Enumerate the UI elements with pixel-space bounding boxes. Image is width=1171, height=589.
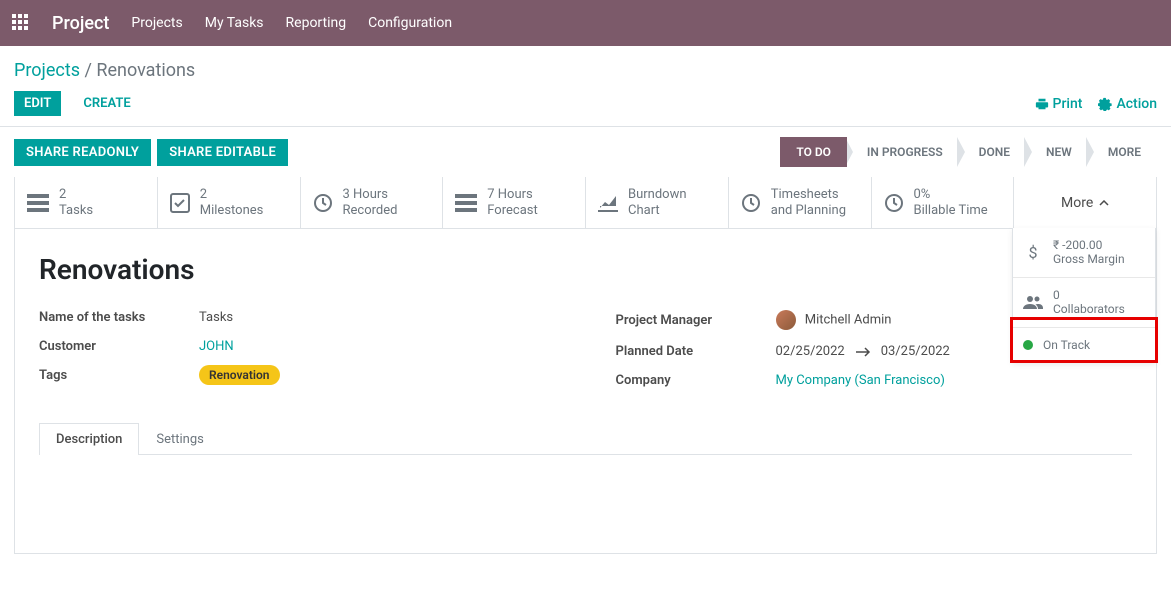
manager-name: Mitchell Admin [805, 313, 892, 328]
top-navbar: Project Projects My Tasks Reporting Conf… [0, 0, 1171, 46]
status-dot-icon [1023, 340, 1033, 350]
tab-content [39, 455, 1132, 545]
float-value: 0 [1053, 288, 1125, 302]
stage-todo[interactable]: TO DO [780, 137, 847, 167]
clock-icon [884, 193, 904, 213]
breadcrumb-parent[interactable]: Projects [14, 60, 80, 81]
tab-settings[interactable]: Settings [139, 423, 220, 455]
float-label: Collaborators [1053, 302, 1125, 316]
company-link[interactable]: My Company (San Francisco) [776, 373, 945, 388]
action-button[interactable]: Action [1098, 96, 1157, 112]
stat-label: Billable Time [914, 203, 988, 219]
clock-icon [313, 193, 333, 213]
action-label: Action [1116, 96, 1157, 112]
nav-my-tasks[interactable]: My Tasks [205, 15, 264, 31]
tasks-icon [455, 194, 477, 212]
field-name-of-tasks: Name of the tasks Tasks [39, 310, 556, 325]
gross-margin-item[interactable]: $ ₹ -200.00Gross Margin [1013, 228, 1155, 278]
breadcrumb-separator: / [84, 60, 96, 81]
stat-forecast[interactable]: 7 HoursForecast [443, 177, 586, 228]
print-button[interactable]: Print [1035, 96, 1083, 112]
avatar [776, 310, 796, 330]
left-column: Name of the tasks Tasks Customer JOHN Ta… [39, 310, 556, 402]
tab-description[interactable]: Description [39, 423, 139, 455]
stat-value: Timesheets [771, 187, 846, 203]
collaborators-item[interactable]: 0Collaborators [1013, 278, 1155, 328]
stat-value: 2 [59, 187, 93, 203]
stat-label: Forecast [487, 203, 537, 219]
tab-bar: Description Settings [39, 422, 1132, 455]
field-label: Project Manager [616, 313, 776, 328]
field-value: Mitchell Admin [776, 310, 892, 330]
stat-label: Recorded [343, 203, 398, 219]
field-tags: Tags Renovation [39, 368, 556, 383]
stage-new[interactable]: NEW [1030, 137, 1088, 167]
clock-icon [741, 193, 761, 213]
stat-label: Tasks [59, 203, 93, 219]
stat-recorded[interactable]: 3 HoursRecorded [301, 177, 444, 228]
field-label: Customer [39, 339, 199, 354]
stage-in-progress[interactable]: IN PROGRESS [851, 137, 959, 167]
date-start: 02/25/2022 [776, 344, 845, 359]
status-item[interactable]: On Track [1013, 328, 1155, 362]
stat-label: Chart [628, 203, 687, 219]
more-dropdown-panel: $ ₹ -200.00Gross Margin 0Collaborators O… [1012, 228, 1156, 363]
stat-label: and Planning [771, 203, 846, 219]
field-value: Tasks [199, 310, 233, 325]
stat-value: 7 Hours [487, 187, 537, 203]
stat-billable[interactable]: 0%Billable Time [872, 177, 1015, 228]
float-value: ₹ -200.00 [1053, 238, 1125, 252]
field-label: Planned Date [616, 344, 776, 359]
stage-done[interactable]: DONE [963, 137, 1026, 167]
date-range: 02/25/2022 03/25/2022 [776, 344, 950, 359]
stat-tasks[interactable]: 2Tasks [15, 177, 158, 228]
money-icon: $ [1023, 243, 1043, 262]
gear-icon [1098, 97, 1112, 111]
print-icon [1035, 97, 1049, 111]
check-icon [170, 193, 190, 213]
app-brand: Project [52, 13, 109, 34]
edit-button[interactable]: EDIT [14, 91, 61, 116]
stat-milestones[interactable]: 2Milestones [158, 177, 301, 228]
stage-more[interactable]: MORE [1092, 137, 1157, 167]
more-label: More [1061, 195, 1093, 211]
stat-value: 0% [914, 187, 988, 203]
float-label: Gross Margin [1053, 252, 1125, 266]
stat-value: 2 [200, 187, 264, 203]
stat-label: Milestones [200, 203, 264, 219]
print-label: Print [1053, 96, 1083, 112]
create-button[interactable]: CREATE [73, 91, 140, 116]
stat-timesheets[interactable]: Timesheetsand Planning [729, 177, 872, 228]
chart-icon [598, 194, 618, 212]
nav-reporting[interactable]: Reporting [286, 15, 347, 31]
field-label: Tags [39, 368, 199, 383]
field-company: Company My Company (San Francisco) [616, 373, 1133, 388]
form-card: 2Tasks 2Milestones 3 HoursRecorded 7 Hou… [14, 177, 1157, 554]
users-icon [1023, 294, 1043, 310]
field-label: Name of the tasks [39, 310, 199, 325]
share-readonly-button[interactable]: SHARE READONLY [14, 139, 151, 166]
chevron-up-icon [1099, 200, 1109, 206]
breadcrumb-current: Renovations [96, 60, 195, 81]
share-editable-button[interactable]: SHARE EDITABLE [157, 139, 288, 166]
nav-configuration[interactable]: Configuration [368, 15, 452, 31]
date-end: 03/25/2022 [881, 344, 950, 359]
stat-value: 3 Hours [343, 187, 398, 203]
tasks-icon [27, 194, 49, 212]
customer-link[interactable]: JOHN [199, 339, 234, 354]
tag-pill[interactable]: Renovation [199, 365, 280, 385]
apps-launcher-icon[interactable] [12, 14, 30, 32]
stat-row: 2Tasks 2Milestones 3 HoursRecorded 7 Hou… [15, 177, 1156, 229]
record-title: Renovations [39, 253, 1132, 286]
stat-more-toggle[interactable]: More [1014, 177, 1156, 228]
field-customer: Customer JOHN [39, 339, 556, 354]
float-value: On Track [1043, 338, 1090, 352]
arrow-right-icon [855, 347, 871, 357]
nav-projects[interactable]: Projects [131, 15, 182, 31]
stage-bar: TO DO IN PROGRESS DONE NEW MORE [780, 137, 1157, 167]
stat-burndown[interactable]: BurndownChart [586, 177, 729, 228]
stat-value: Burndown [628, 187, 687, 203]
breadcrumb: Projects / Renovations [14, 60, 1157, 81]
field-label: Company [616, 373, 776, 388]
